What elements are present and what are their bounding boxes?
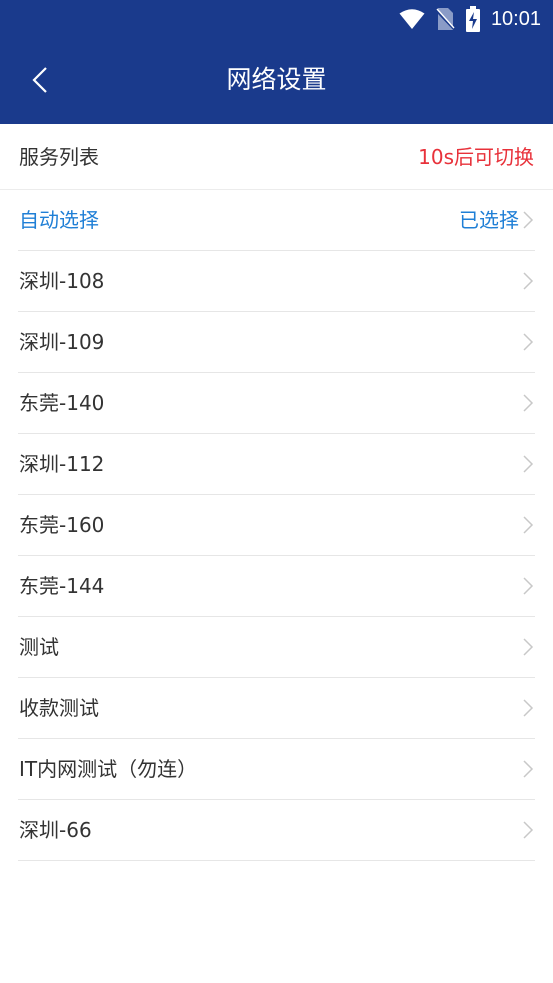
app-header: 10:01 网络设置 bbox=[0, 0, 553, 124]
server-label: 东莞-160 bbox=[19, 513, 105, 537]
page-title: 网络设置 bbox=[226, 65, 327, 94]
server-right bbox=[521, 495, 535, 555]
server-label: 深圳-109 bbox=[19, 330, 105, 354]
server-right bbox=[521, 556, 535, 616]
server-right bbox=[521, 678, 535, 738]
server-item[interactable]: 东莞-140 bbox=[18, 373, 535, 434]
server-item-auto[interactable]: 自动选择 已选择 bbox=[18, 190, 535, 251]
server-right: 已选择 bbox=[459, 190, 535, 250]
server-label: 深圳-112 bbox=[19, 452, 105, 476]
status-icons: 10:01 bbox=[399, 6, 541, 32]
status-time: 10:01 bbox=[490, 7, 541, 30]
chevron-right-icon bbox=[523, 333, 534, 351]
server-label: IT内网测试（勿连） bbox=[19, 757, 198, 781]
status-bar: 10:01 bbox=[0, 0, 553, 38]
server-right bbox=[521, 739, 535, 799]
server-label: 深圳-66 bbox=[19, 818, 92, 842]
server-right bbox=[521, 434, 535, 494]
chevron-right-icon bbox=[523, 821, 534, 839]
chevron-right-icon bbox=[523, 455, 534, 473]
selected-status: 已选择 bbox=[459, 208, 519, 232]
chevron-right-icon bbox=[523, 638, 534, 656]
server-label: 自动选择 bbox=[19, 208, 99, 232]
server-item[interactable]: 东莞-160 bbox=[18, 495, 535, 556]
server-item[interactable]: 深圳-108 bbox=[18, 251, 535, 312]
chevron-right-icon bbox=[523, 211, 534, 229]
chevron-right-icon bbox=[523, 394, 534, 412]
chevron-right-icon bbox=[523, 272, 534, 290]
title-bar: 网络设置 bbox=[0, 38, 553, 124]
server-label: 深圳-108 bbox=[19, 269, 105, 293]
server-right bbox=[521, 251, 535, 311]
wifi-icon bbox=[399, 9, 425, 29]
server-item[interactable]: 东莞-144 bbox=[18, 556, 535, 617]
server-item[interactable]: IT内网测试（勿连） bbox=[18, 739, 535, 800]
server-label: 东莞-140 bbox=[19, 391, 105, 415]
chevron-right-icon bbox=[523, 699, 534, 717]
server-item[interactable]: 收款测试 bbox=[18, 678, 535, 739]
server-item[interactable]: 深圳-112 bbox=[18, 434, 535, 495]
server-item[interactable]: 深圳-109 bbox=[18, 312, 535, 373]
server-right bbox=[521, 800, 535, 860]
server-right bbox=[521, 312, 535, 372]
switch-countdown: 10s后可切换 bbox=[418, 145, 534, 169]
server-item[interactable]: 测试 bbox=[18, 617, 535, 678]
no-sim-icon bbox=[435, 8, 455, 30]
server-right bbox=[521, 617, 535, 677]
server-list: 自动选择 已选择 深圳-108 深圳-109 东莞-140 深圳-112 东莞-… bbox=[18, 190, 535, 861]
chevron-right-icon bbox=[523, 760, 534, 778]
service-list-header: 服务列表 10s后可切换 bbox=[0, 124, 553, 190]
battery-charging-icon bbox=[465, 6, 480, 32]
chevron-right-icon bbox=[523, 516, 534, 534]
server-label: 测试 bbox=[19, 635, 59, 659]
server-right bbox=[521, 373, 535, 433]
server-item[interactable]: 深圳-66 bbox=[18, 800, 535, 861]
server-label: 收款测试 bbox=[19, 696, 99, 720]
server-label: 东莞-144 bbox=[19, 574, 105, 598]
service-list-title: 服务列表 bbox=[19, 145, 99, 169]
chevron-right-icon bbox=[523, 577, 534, 595]
